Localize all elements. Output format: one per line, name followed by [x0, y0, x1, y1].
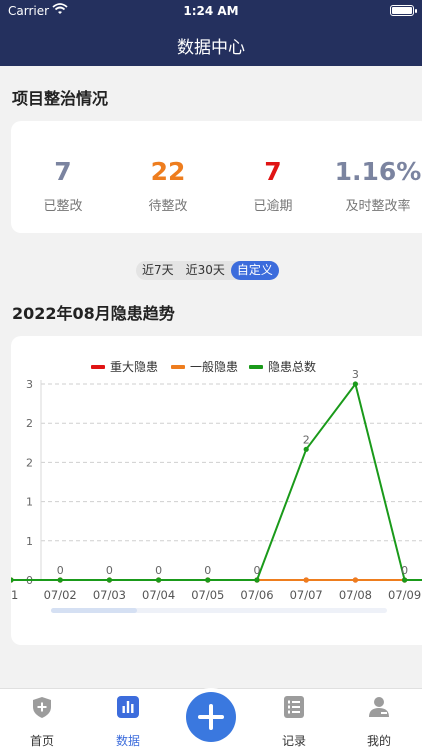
data-point	[352, 381, 358, 387]
x-tick-label: 01	[11, 588, 18, 602]
stat-overdue[interactable]: 7 已逾期	[221, 157, 325, 214]
stat-label: 及时整改率	[345, 199, 411, 214]
y-tick-label: 2	[26, 456, 33, 469]
data-point	[303, 446, 309, 452]
legend-item: 一般隐患	[190, 359, 238, 374]
stat-label: 已逾期	[253, 199, 293, 214]
data-label: 0	[57, 564, 64, 577]
legend-swatch	[91, 365, 105, 369]
tab-home[interactable]: 首页	[12, 695, 72, 749]
page-title: 数据中心	[177, 38, 245, 58]
data-label: 3	[352, 368, 359, 381]
tab-data[interactable]: 数据	[98, 695, 158, 749]
tab-label: 我的	[366, 734, 391, 748]
tab-last-30-days[interactable]: 近30天	[180, 261, 231, 280]
data-label: 0	[155, 564, 162, 577]
stat-value: 7	[264, 157, 282, 186]
x-tick-label: 07/04	[142, 588, 175, 602]
stat-label: 待整改	[148, 199, 188, 214]
add-record-button[interactable]	[186, 692, 236, 742]
stat-pending[interactable]: 22 待整改	[116, 157, 220, 214]
data-point	[156, 577, 162, 583]
data-point	[402, 577, 408, 583]
range-tabs: 近7天 近30天 自定义	[136, 261, 279, 280]
stat-timely-rate[interactable]: 1.16% 及时整改率	[326, 157, 422, 214]
stat-value: 7	[54, 157, 72, 186]
legend-item: 隐患总数	[268, 359, 316, 374]
status-bar: Carrier 1:24 AM	[0, 0, 422, 22]
data-point	[205, 577, 211, 583]
stat-value: 1.16%	[334, 157, 422, 186]
overview-title: 项目整治情况	[12, 89, 109, 108]
status-time: 1:24 AM	[183, 4, 239, 18]
data-label: 0	[401, 564, 408, 577]
x-tick-label: 07/05	[191, 588, 224, 602]
stat-rectified[interactable]: 7 已整改	[11, 157, 115, 214]
x-tick-label: 07/08	[339, 588, 372, 602]
y-tick-label: 2	[26, 417, 33, 430]
shield-plus-icon	[33, 697, 51, 718]
y-tick-label: 3	[26, 378, 33, 391]
x-tick-label: 07/06	[240, 588, 273, 602]
stat-label: 已整改	[43, 199, 83, 214]
y-tick-label: 1	[26, 496, 33, 509]
tab-mine[interactable]: 我的	[349, 695, 409, 749]
x-tick-label: 07/03	[93, 588, 126, 602]
chart-scroll-thumb	[51, 608, 137, 613]
tab-custom-range[interactable]: 自定义	[230, 261, 279, 280]
data-label: 2	[303, 433, 310, 446]
data-point	[254, 577, 260, 583]
x-tick-label: 07/09	[388, 588, 421, 602]
data-label: 0	[106, 564, 113, 577]
battery-icon	[390, 5, 417, 16]
tab-label: 首页	[29, 734, 54, 748]
legend-swatch	[249, 365, 263, 369]
tab-label: 数据	[115, 734, 140, 748]
tab-label: 记录	[281, 734, 306, 748]
checklist-icon	[284, 696, 304, 718]
trend-chart: 0112230107/0207/0307/0407/0507/0607/0707…	[11, 359, 422, 613]
trend-title: 2022年08月隐患趋势	[12, 304, 175, 323]
series-line	[11, 381, 422, 581]
data-label: 0	[254, 564, 261, 577]
bar-chart-icon	[117, 696, 139, 718]
data-point	[11, 577, 14, 583]
stat-value: 22	[150, 157, 186, 186]
trend-chart-card: 0112230107/0207/0307/0407/0507/0607/0707…	[11, 336, 422, 645]
x-tick-label: 07/07	[290, 588, 323, 602]
legend-item: 重大隐患	[110, 360, 158, 374]
data-point	[303, 577, 309, 583]
data-label: 0	[204, 564, 211, 577]
app-header: Carrier 1:24 AM 数据中心	[0, 0, 422, 66]
y-tick-label: 1	[26, 535, 33, 548]
data-point	[106, 577, 112, 583]
user-icon	[369, 697, 389, 717]
data-point	[57, 577, 63, 583]
data-point	[352, 577, 358, 583]
tab-records[interactable]: 记录	[264, 695, 324, 749]
tab-last-7-days[interactable]: 近7天	[136, 261, 180, 280]
x-tick-label: 07/02	[44, 588, 77, 602]
overview-card: 7 已整改 22 待整改 7 已逾期 1.16% 及时整改率	[11, 121, 422, 233]
legend-swatch	[171, 365, 185, 369]
